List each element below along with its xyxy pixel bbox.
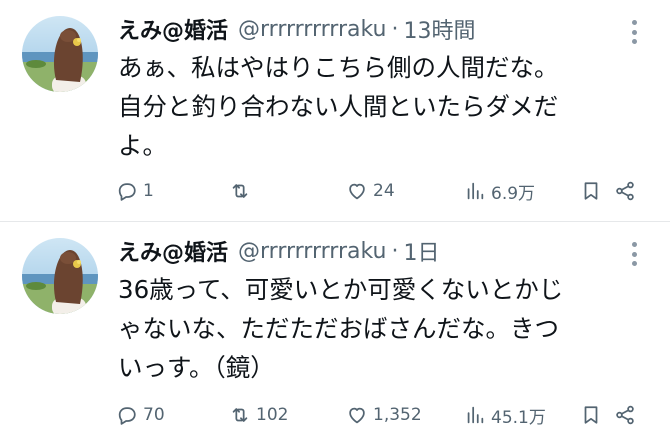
views-count: 6.9万 <box>491 183 536 204</box>
views-button[interactable]: 6.9万 <box>464 176 535 206</box>
bookmark-button[interactable] <box>580 400 602 430</box>
share-icon <box>616 405 634 425</box>
tweet[interactable]: えみ@婚活 @rrrrrrrrrraku · 13時間 あぁ、私はやはりこちら側… <box>0 0 670 221</box>
views-icon <box>467 406 484 424</box>
reply-icon <box>118 407 136 425</box>
like-button[interactable]: 24 <box>346 176 395 206</box>
bookmark-icon <box>584 182 598 200</box>
display-name[interactable]: えみ@婚活 <box>118 235 228 267</box>
views-count: 45.1万 <box>491 407 546 428</box>
tweet-text-line: よ。 <box>118 131 167 160</box>
reply-icon <box>118 183 136 201</box>
bookmark-button[interactable] <box>580 176 602 206</box>
views-icon <box>467 182 484 200</box>
tweet-actions: 70 102 1,352 45.1万 <box>116 400 646 430</box>
like-icon <box>349 407 365 424</box>
like-icon <box>349 183 365 200</box>
like-button[interactable]: 1,352 <box>346 400 422 430</box>
more-icon[interactable] <box>632 242 638 266</box>
share-icon <box>616 181 634 201</box>
display-name[interactable]: えみ@婚活 <box>118 13 228 45</box>
separator: · <box>391 238 399 264</box>
like-count: 1,352 <box>373 405 422 425</box>
tweet-header: えみ@婚活 @rrrrrrrrrraku · 1日 <box>118 234 439 268</box>
reply-button[interactable]: 1 <box>116 176 154 206</box>
tweet-text-line: ゃないな、ただただおばさんだな。きつ <box>118 314 559 343</box>
share-button[interactable] <box>614 400 636 430</box>
retweet-button[interactable]: 102 <box>229 400 288 430</box>
tweet-text-line: あぁ、私はやはりこちら側の人間だな。 <box>118 53 559 82</box>
reply-count: 1 <box>143 181 154 201</box>
tweet-actions: 1 24 6.9万 <box>116 176 646 206</box>
tweet-text: 36歳って、可愛いとか可愛くないとかじ ゃないな、ただただおばさんだな。きつ い… <box>118 270 648 387</box>
tweet-header: えみ@婚活 @rrrrrrrrrraku · 13時間 <box>118 12 475 46</box>
timestamp[interactable]: 1日 <box>403 235 439 267</box>
retweet-icon <box>232 184 248 198</box>
tweet-text: あぁ、私はやはりこちら側の人間だな。 自分と釣り合わない人間といたらダメだ よ。 <box>118 48 648 165</box>
retweet-button[interactable] <box>229 176 256 206</box>
tweet[interactable]: えみ@婚活 @rrrrrrrrrraku · 1日 36歳って、可愛いとか可愛く… <box>0 222 670 441</box>
reply-count: 70 <box>143 405 165 425</box>
tweet-text-line: 36歳って、可愛いとか可愛くないとかじ <box>118 275 564 304</box>
views-button[interactable]: 45.1万 <box>464 400 546 430</box>
timestamp[interactable]: 13時間 <box>403 13 475 45</box>
user-handle[interactable]: @rrrrrrrrrraku <box>238 239 386 264</box>
reply-button[interactable]: 70 <box>116 400 165 430</box>
more-icon[interactable] <box>632 20 638 44</box>
tweet-text-line: 自分と釣り合わない人間といたらダメだ <box>118 92 559 121</box>
bookmark-icon <box>584 406 598 424</box>
avatar[interactable] <box>22 16 98 92</box>
retweet-count: 102 <box>256 405 289 425</box>
user-handle[interactable]: @rrrrrrrrrraku <box>238 17 386 42</box>
avatar[interactable] <box>22 238 98 314</box>
share-button[interactable] <box>614 176 636 206</box>
separator: · <box>391 16 399 42</box>
like-count: 24 <box>373 181 395 201</box>
retweet-icon <box>232 408 248 422</box>
tweet-text-line: いっす。（鏡） <box>118 353 275 382</box>
